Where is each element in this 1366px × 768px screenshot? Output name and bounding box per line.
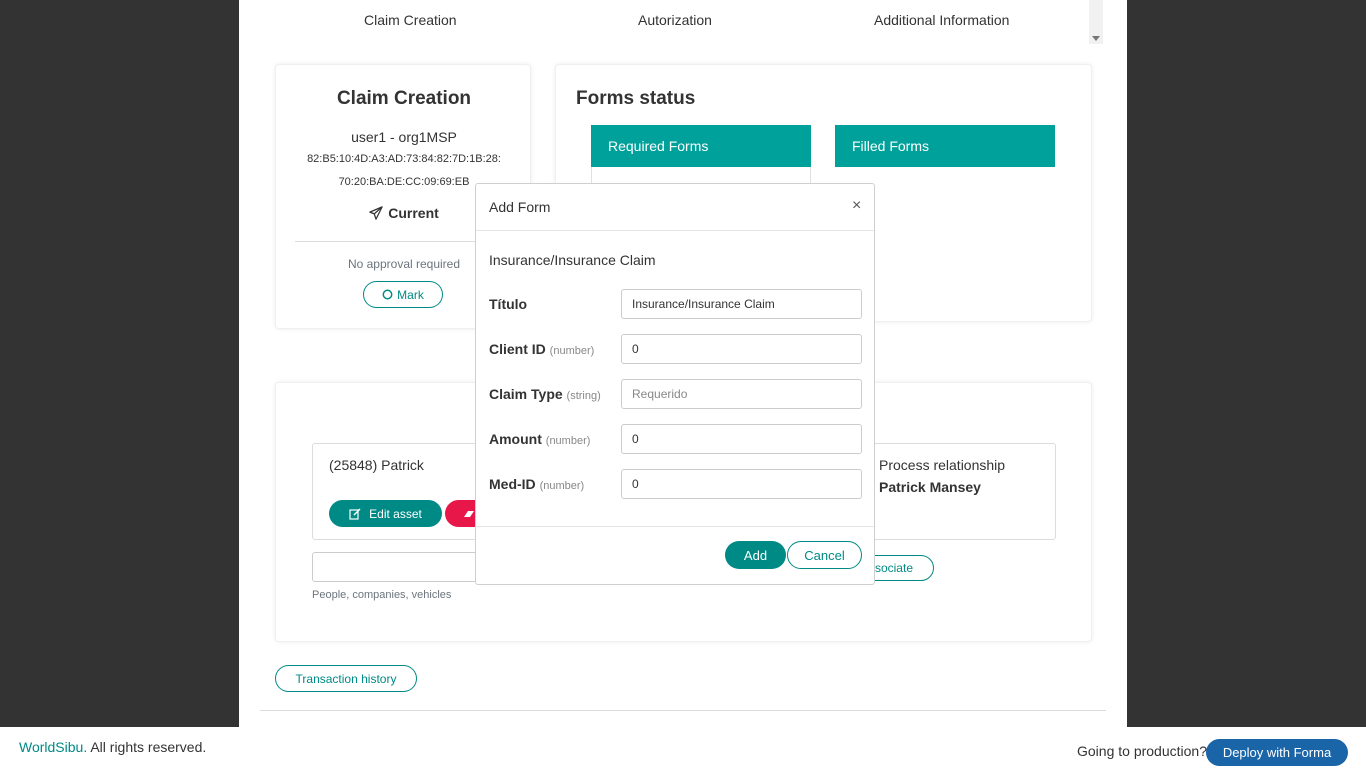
rights-text: All rights reserved. [87, 739, 207, 755]
claim-card-title: Claim Creation [336, 88, 472, 109]
asset-name: (25848) Patrick [329, 457, 424, 473]
field-label-med-id: Med-ID (number) [489, 476, 584, 492]
client-id-input[interactable] [621, 334, 862, 364]
search-hint: People, companies, vehicles [312, 589, 452, 601]
field-label-client-id: Client ID (number) [489, 341, 594, 357]
field-type-hint: (string) [566, 390, 601, 402]
process-steps: Claim Creation Autorization Additional I… [239, 0, 1103, 44]
modal-title: Add Form [489, 199, 551, 215]
field-type-hint: (number) [539, 480, 585, 492]
modal-header: Add Form × [476, 184, 874, 231]
mark-button[interactable]: Mark [363, 281, 443, 308]
site-footer: WorldSibu. All rights reserved. Going to… [0, 727, 1366, 768]
field-type-hint: (number) [545, 435, 591, 447]
claim-card-user: user1 - org1MSP [351, 129, 457, 145]
edit-icon [349, 508, 361, 520]
close-icon[interactable]: × [852, 197, 861, 215]
field-label-text: Claim Type [489, 386, 563, 402]
circle-icon [382, 289, 393, 300]
med-id-input[interactable] [621, 469, 862, 499]
edit-asset-label: Edit asset [369, 506, 422, 521]
required-forms-header: Required Forms [591, 125, 811, 167]
deploy-button[interactable]: Deploy with Forma [1206, 739, 1348, 766]
associate-label: sociate [874, 561, 913, 575]
page-divider [260, 710, 1106, 711]
filled-forms-header: Filled Forms [835, 125, 1055, 167]
steps-scrollbar[interactable] [1089, 0, 1103, 44]
claim-type-input[interactable] [621, 379, 862, 409]
field-type-hint: (number) [549, 345, 595, 357]
field-label-text: Amount [489, 431, 542, 447]
relationship-label: Process relationship [879, 457, 1006, 473]
step-additional-information[interactable]: Additional Information [874, 12, 1009, 28]
copyright: WorldSibu. All rights reserved. [19, 739, 206, 755]
cancel-button[interactable]: Cancel [787, 541, 862, 569]
field-label-text: Título [489, 296, 528, 312]
modal-footer: Add Cancel [476, 526, 874, 584]
field-label-text: Client ID [489, 341, 546, 357]
step-autorization[interactable]: Autorization [638, 12, 712, 28]
form-subtitle: Insurance/Insurance Claim [489, 252, 656, 268]
edit-asset-button[interactable]: Edit asset [329, 500, 442, 527]
titulo-input[interactable] [621, 289, 862, 319]
production-question: Going to production? [1077, 743, 1207, 759]
eraser-icon [464, 510, 474, 517]
relationship-name: Patrick Mansey [879, 479, 981, 495]
transaction-history-button[interactable]: Transaction history [275, 665, 417, 692]
field-label-claim-type: Claim Type (string) [489, 386, 601, 402]
scroll-down-arrow-icon[interactable] [1092, 36, 1100, 41]
amount-input[interactable] [621, 424, 862, 454]
add-button[interactable]: Add [725, 541, 786, 569]
add-form-modal: Add Form × Insurance/Insurance Claim Tít… [475, 183, 875, 585]
association-search-input[interactable] [312, 552, 492, 582]
paper-plane-icon [369, 206, 383, 220]
forms-status-title: Forms status [576, 88, 696, 109]
field-label-amount: Amount (number) [489, 431, 590, 447]
step-claim-creation[interactable]: Claim Creation [364, 12, 457, 28]
claim-status-label: Current [388, 205, 439, 221]
field-label-text: Med-ID [489, 476, 536, 492]
brand-link[interactable]: WorldSibu. [19, 739, 87, 755]
field-label-titulo: Título [489, 296, 527, 312]
claim-card-fingerprint-1: 82:B5:10:4D:A3:AD:73:84:82:7D:1B:28: [307, 153, 501, 165]
transaction-history-label: Transaction history [295, 671, 397, 686]
mark-button-label: Mark [397, 287, 424, 302]
